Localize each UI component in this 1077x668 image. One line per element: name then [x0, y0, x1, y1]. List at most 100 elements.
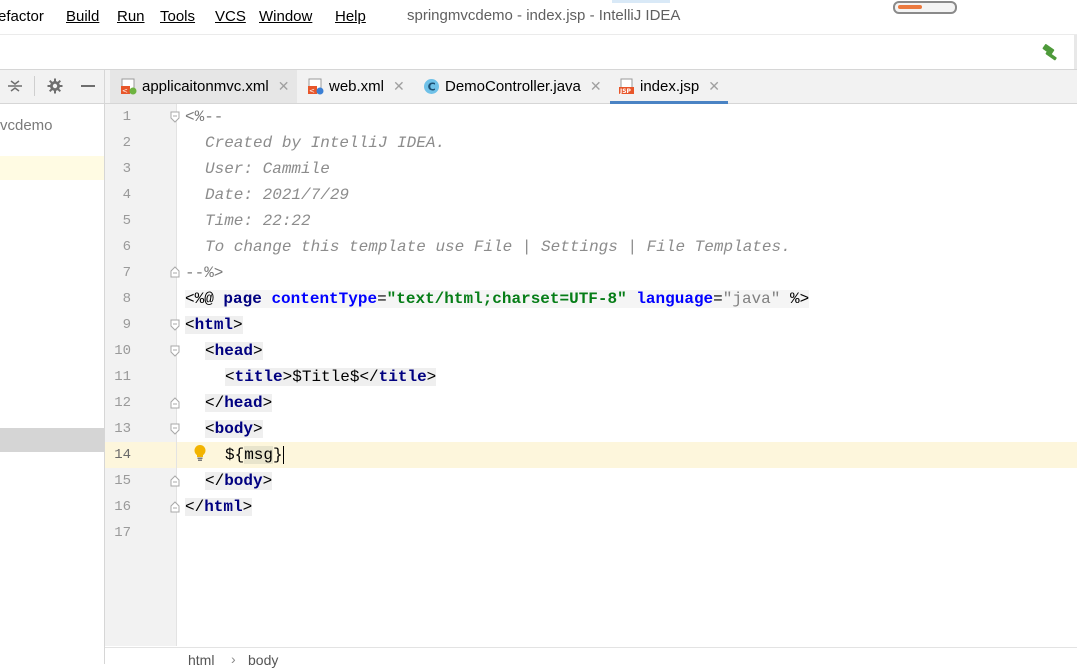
- chevron-right-icon: ›: [231, 651, 236, 667]
- hide-icon[interactable]: [78, 76, 98, 96]
- fold-marker-icon[interactable]: [170, 319, 180, 331]
- directive-eq: =: [713, 290, 723, 308]
- svg-text:<: <: [122, 87, 128, 95]
- breadcrumb: html › body: [105, 647, 1077, 668]
- fold-marker-icon[interactable]: [170, 423, 180, 435]
- menu-refactor[interactable]: efactor: [0, 8, 44, 25]
- editor-tab-bar: < applicaitonmvc.xml ✕ < web.xml ✕ C Dem…: [105, 70, 1077, 104]
- fold-end-marker-icon[interactable]: [170, 475, 180, 487]
- line-number: 1: [122, 109, 131, 125]
- svg-text:JSP: JSP: [619, 88, 632, 95]
- menu-build[interactable]: Build: [66, 8, 99, 25]
- code-line-current: ${msg}: [225, 442, 284, 468]
- tab-label: DemoController.java: [445, 78, 581, 95]
- line-number: 7: [122, 265, 131, 281]
- line-number: 17: [114, 525, 131, 541]
- tree-row-highlight[interactable]: [0, 156, 104, 180]
- close-icon[interactable]: ✕: [590, 78, 602, 95]
- directive-name: page: [223, 290, 262, 308]
- comment-text: Time: 22:22: [205, 212, 311, 230]
- menu-help-label: Help: [335, 8, 366, 25]
- hammer-icon[interactable]: [1040, 42, 1062, 64]
- tab-label: index.jsp: [640, 78, 700, 95]
- tab-label: applicaitonmvc.xml: [142, 78, 269, 95]
- code-line: <title>$Title$</title>: [225, 368, 437, 386]
- tag-name: body: [224, 472, 263, 490]
- line-number: 6: [122, 239, 131, 255]
- comment-text: To change this template use File | Setti…: [205, 238, 791, 256]
- close-icon[interactable]: ✕: [708, 78, 720, 95]
- directive-value: "text/html;charset=UTF-8": [386, 290, 627, 308]
- tag-name: title: [378, 368, 427, 386]
- window-title: springmvcdemo - index.jsp - IntelliJ IDE…: [407, 7, 681, 24]
- line-number: 4: [122, 187, 131, 203]
- fold-marker-icon[interactable]: [170, 345, 180, 357]
- tab-label: web.xml: [329, 78, 385, 95]
- lightbulb-icon[interactable]: [192, 444, 208, 462]
- line-number: 3: [122, 161, 131, 177]
- el-variable: msg: [244, 446, 274, 464]
- tag-name: html: [194, 316, 234, 334]
- tag-name: body: [214, 420, 254, 438]
- tag-name: title: [234, 368, 283, 386]
- menu-bar: efactor Build Run Tools VCS Window Help …: [0, 0, 1077, 35]
- title-tab-indicator: [612, 0, 670, 3]
- el-suffix: }: [273, 446, 284, 464]
- code-line: <head>: [205, 342, 263, 360]
- fold-marker-icon[interactable]: [170, 111, 180, 123]
- code-line: To change this template use File | Setti…: [205, 234, 791, 260]
- menu-vcs[interactable]: VCS: [215, 8, 246, 25]
- code-line: <body>: [205, 420, 263, 438]
- comment-text: Created by IntelliJ IDEA.: [205, 134, 446, 152]
- svg-text:C: C: [428, 81, 436, 94]
- menu-run[interactable]: Run: [117, 8, 145, 25]
- code-line: Date: 2021/7/29: [205, 182, 349, 208]
- el-prefix: ${: [225, 446, 245, 464]
- line-number: 2: [122, 135, 131, 151]
- code-line: <html>: [185, 316, 243, 334]
- breadcrumb-item-body[interactable]: body: [248, 652, 278, 668]
- current-line-highlight: [177, 442, 1077, 468]
- line-number: 13: [114, 421, 131, 437]
- line-number-current: 14: [114, 447, 131, 463]
- menu-tools-label: Tools: [160, 8, 196, 25]
- line-number: 5: [122, 213, 131, 229]
- code-line: --%>: [185, 260, 223, 286]
- breadcrumb-item-html[interactable]: html: [188, 652, 214, 668]
- tag-name: head: [224, 394, 263, 412]
- directive-attr: contentType: [271, 290, 378, 308]
- class-icon: C: [423, 78, 440, 95]
- close-icon[interactable]: ✕: [393, 78, 405, 95]
- code-line: <%@ page contentType="text/html;charset=…: [185, 286, 810, 312]
- menu-build-label: Build: [66, 8, 100, 25]
- menu-window-label: Window: [259, 8, 313, 25]
- menu-vcs-label: VCS: [215, 8, 246, 25]
- code-line: User: Cammile: [205, 156, 330, 182]
- spring-xml-file-icon: <: [120, 78, 137, 95]
- line-number: 10: [114, 343, 131, 359]
- fold-end-marker-icon[interactable]: [170, 266, 180, 278]
- menu-window[interactable]: Window: [259, 8, 312, 25]
- tab-index-jsp[interactable]: JSP index.jsp ✕: [610, 70, 728, 104]
- fold-end-marker-icon[interactable]: [170, 501, 180, 513]
- collapse-all-icon[interactable]: [5, 76, 25, 96]
- tab-democontroller-java[interactable]: C DemoController.java ✕: [417, 70, 610, 103]
- memory-indicator[interactable]: [893, 1, 957, 14]
- code-line: Time: 22:22: [205, 208, 311, 234]
- menu-tools[interactable]: Tools: [160, 8, 195, 25]
- title-text: $Title$: [292, 368, 360, 386]
- fold-end-marker-icon[interactable]: [170, 397, 180, 409]
- line-number: 16: [114, 499, 131, 515]
- directive-eq: =: [377, 290, 387, 308]
- project-tree-root[interactable]: vcdemo: [0, 117, 53, 134]
- code-line: Created by IntelliJ IDEA.: [205, 130, 445, 156]
- close-icon[interactable]: ✕: [278, 78, 290, 95]
- menu-help[interactable]: Help: [335, 8, 366, 25]
- tab-applicaitonmvc-xml[interactable]: < applicaitonmvc.xml ✕: [110, 70, 298, 103]
- line-number: 8: [122, 291, 131, 307]
- tag-name: html: [204, 498, 243, 516]
- line-number: 12: [114, 395, 131, 411]
- tab-web-xml[interactable]: < web.xml ✕: [301, 70, 413, 103]
- gear-icon[interactable]: [45, 76, 65, 96]
- tree-row-selected[interactable]: [0, 428, 104, 452]
